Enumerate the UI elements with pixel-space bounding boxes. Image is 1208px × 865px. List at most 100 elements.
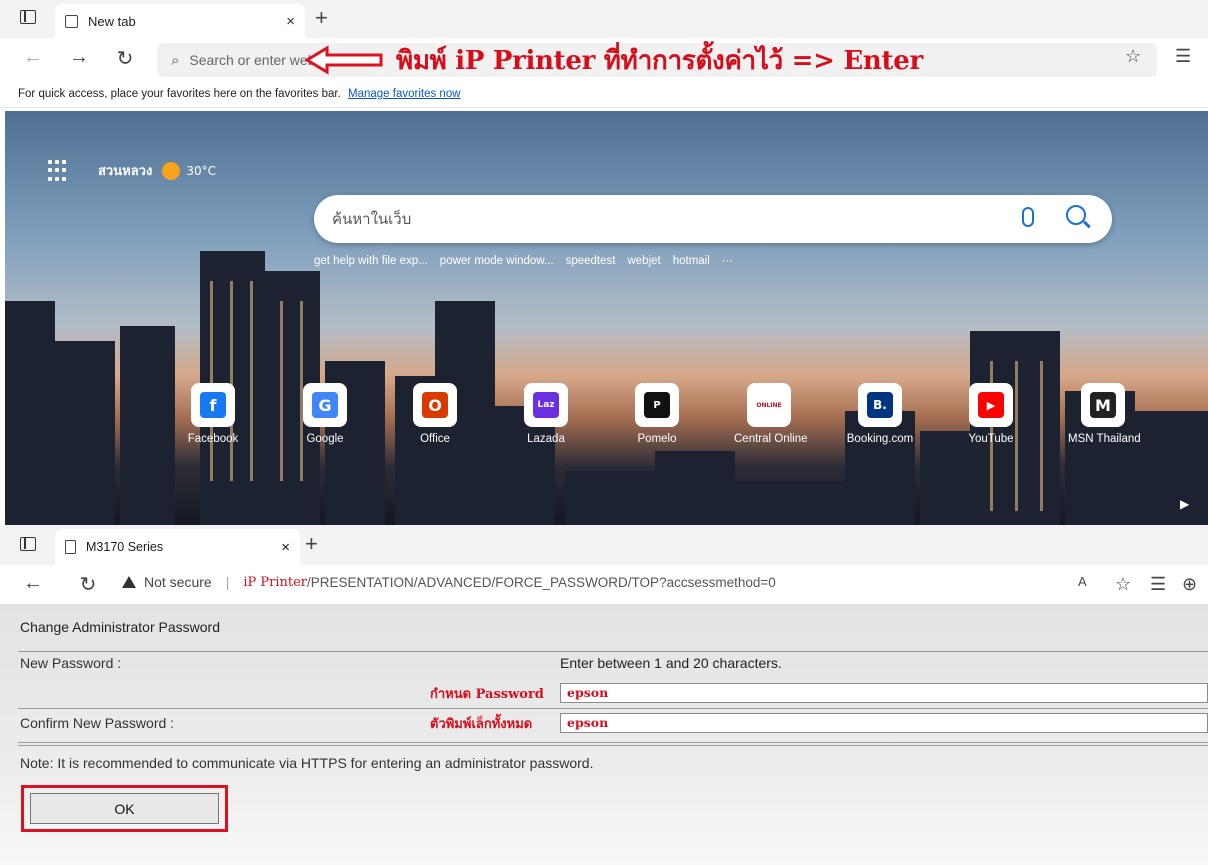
new-tab-browser-window: New tab × + ← → ↻ ⌕ Search or enter web … (0, 0, 1208, 525)
ok-button[interactable]: OK (30, 793, 219, 824)
tab-strip: New tab × + (0, 0, 1208, 38)
quick-link-label: Google (306, 433, 344, 445)
quick-link-youtube[interactable]: ▶ YouTube (956, 383, 1026, 445)
suggestion-item[interactable]: get help with file exp... (314, 255, 428, 267)
refresh-icon[interactable]: ↻ (75, 572, 101, 597)
browser-toolbar: ← ↻ Not secure | iP Printer /PRESENTATIO… (0, 565, 1208, 605)
quick-link-label: YouTube (968, 433, 1014, 445)
favorites-icon[interactable]: ☰ (1175, 46, 1191, 67)
search-icon: ⌕ (171, 51, 180, 69)
weather-temperature: 30°C (186, 163, 216, 178)
apps-launcher-icon[interactable] (48, 160, 70, 182)
quick-link-facebook[interactable]: f Facebook (178, 383, 248, 445)
suggestion-item[interactable]: hotmail (673, 255, 710, 267)
quick-link-booking[interactable]: B. Booking.com (845, 383, 915, 445)
quick-link-label: Booking.com (846, 433, 914, 445)
youtube-icon: ▶ (978, 392, 1004, 418)
tab-m3170-series[interactable]: M3170 Series × (55, 529, 300, 565)
document-icon (65, 540, 76, 554)
back-icon[interactable]: ← (20, 572, 46, 595)
tab-title: M3170 Series (86, 540, 164, 554)
favorites-bar: For quick access, place your favorites h… (0, 82, 1208, 108)
close-tab-icon[interactable]: × (281, 539, 290, 556)
new-tab-page-icon (65, 14, 78, 28)
sun-icon (162, 161, 181, 180)
quick-link-label: Lazada (527, 433, 565, 445)
quick-link-label: Office (420, 433, 450, 445)
weather-location: สวนหลวง (98, 164, 153, 179)
play-icon[interactable]: ▶ (1180, 497, 1189, 511)
https-note: Note: It is recommended to communicate v… (20, 755, 594, 771)
instruction-annotation: พิมพ์ iP Printer ที่ทำการตั้งค่าไว้ => E… (396, 46, 923, 76)
quick-link-msn-thailand[interactable]: M MSN Thailand (1068, 383, 1141, 445)
tab-actions-icon[interactable] (20, 10, 36, 24)
weather-widget[interactable]: สวนหลวง 30°C (98, 160, 216, 181)
quick-link-lazada[interactable]: Laz Lazada (511, 383, 581, 445)
quick-link-central-online[interactable]: ONLINE Central Online (734, 383, 808, 445)
search-suggestions: get help with file exp... power mode win… (314, 255, 733, 267)
lowercase-annotation: ตัวพิมพ์เล็กทั้งหมด (430, 717, 533, 732)
favorites-bar-text: For quick access, place your favorites h… (18, 88, 341, 100)
add-favorite-icon[interactable]: ☆ (1125, 46, 1141, 67)
quick-link-office[interactable]: O Office (400, 383, 470, 445)
printer-browser-window: M3170 Series × + ← ↻ Not secure | iP Pri… (0, 525, 1208, 865)
pomelo-icon: P (644, 392, 670, 418)
search-icon[interactable] (1066, 205, 1086, 225)
microphone-icon[interactable] (1022, 207, 1034, 227)
lazada-icon: Laz (533, 392, 559, 418)
suggestion-item[interactable]: power mode window... (440, 255, 554, 267)
confirm-password-field[interactable]: epson (560, 713, 1208, 733)
favorites-icon[interactable]: ☰ (1150, 574, 1166, 595)
refresh-icon[interactable]: ↻ (112, 46, 138, 71)
set-password-annotation: กำหนด Password (430, 687, 544, 702)
page-title: Change Administrator Password (20, 619, 220, 635)
manage-favorites-link[interactable]: Manage favorites now (348, 88, 461, 100)
quick-link-pomelo[interactable]: P Pomelo (622, 383, 692, 445)
divider (18, 745, 1208, 746)
tab-strip: M3170 Series × + (0, 525, 1208, 565)
suggestion-item[interactable]: speedtest (566, 255, 616, 267)
divider (18, 742, 1208, 743)
url-host: iP Printer (243, 574, 308, 590)
tab-title: New tab (88, 13, 136, 29)
quick-link-label: Central Online (734, 433, 808, 445)
separator: | (225, 574, 230, 590)
quick-link-google[interactable]: G Google (290, 383, 360, 445)
back-icon[interactable]: ← (20, 46, 46, 69)
google-icon: G (312, 392, 338, 418)
add-favorite-icon[interactable]: ☆ (1115, 574, 1131, 595)
facebook-icon: f (200, 392, 226, 418)
quick-link-label: MSN Thailand (1068, 433, 1141, 445)
password-length-hint: Enter between 1 and 20 characters. (560, 655, 782, 671)
not-secure-label: Not secure (144, 574, 212, 590)
url-path: /PRESENTATION/ADVANCED/FORCE_PASSWORD/TO… (307, 574, 776, 590)
password-page: Change Administrator Password New Passwo… (0, 605, 1208, 865)
new-tab-button[interactable]: + (305, 531, 318, 557)
new-tab-button[interactable]: + (315, 5, 328, 31)
annotation-arrow-icon (305, 45, 383, 75)
confirm-password-label: Confirm New Password : (20, 715, 175, 731)
ok-highlight-frame: OK (21, 785, 228, 832)
read-aloud-icon[interactable]: A (1078, 574, 1087, 589)
divider (18, 651, 1208, 652)
warning-icon (122, 576, 136, 588)
new-password-field[interactable]: epson (560, 683, 1208, 703)
office-icon: O (422, 392, 448, 418)
tab-actions-icon[interactable] (20, 537, 36, 551)
booking-icon: B. (867, 392, 893, 418)
msn-icon: M (1090, 392, 1116, 418)
more-suggestions-icon[interactable]: ··· (722, 255, 734, 267)
tab-new-tab[interactable]: New tab × (55, 4, 305, 38)
close-tab-icon[interactable]: × (286, 13, 295, 30)
forward-icon[interactable]: → (66, 46, 92, 69)
quick-link-label: Facebook (187, 433, 239, 445)
new-password-label: New Password : (20, 655, 122, 671)
collections-icon[interactable]: ⊕ (1182, 574, 1197, 595)
web-search-box[interactable]: ค้นหาในเว็บ (314, 195, 1112, 243)
divider (18, 708, 1208, 709)
quick-links: f Facebook G Google O Office Laz Lazada … (178, 383, 1158, 463)
quick-link-label: Pomelo (637, 433, 677, 445)
address-bar[interactable]: Not secure | iP Printer /PRESENTATION/AD… (122, 574, 776, 590)
central-online-icon: ONLINE (756, 392, 782, 418)
suggestion-item[interactable]: webjet (627, 255, 660, 267)
